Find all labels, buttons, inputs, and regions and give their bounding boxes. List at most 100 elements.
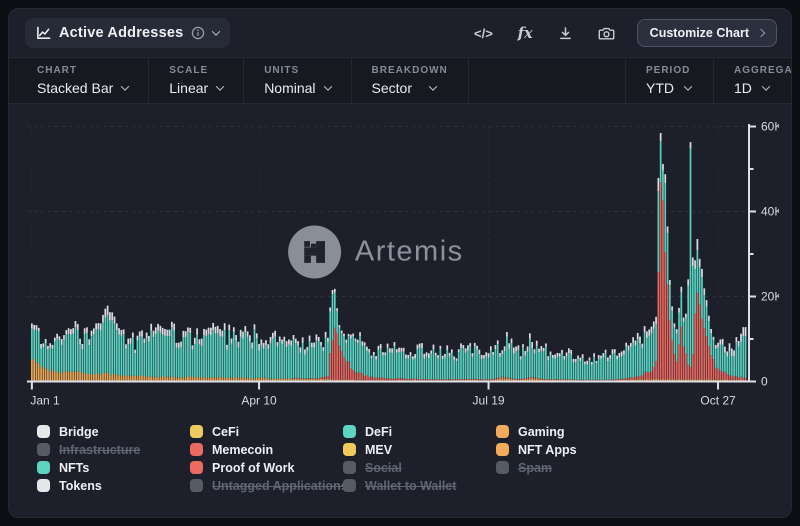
- legend-label: NFTs: [59, 461, 89, 475]
- x-axis-tick-label: Jan 1: [30, 394, 60, 408]
- control-label: AGGREGATE: [734, 65, 771, 76]
- legend-item-infrastructure[interactable]: Infrastructure: [37, 443, 190, 456]
- control-scale[interactable]: SCALE Linear: [149, 58, 244, 103]
- control-aggregate[interactable]: AGGREGATE 1D: [713, 58, 791, 103]
- info-icon[interactable]: [191, 26, 205, 40]
- y-axis-tick-label: 0: [761, 375, 768, 389]
- chart-area: 020K40K60KJan 1Apr 10Jul 19Oct 27 Artemi…: [27, 116, 777, 412]
- camera-icon[interactable]: [598, 26, 615, 41]
- chevron-down-icon: [762, 82, 770, 90]
- legend-swatch-icon: [190, 479, 203, 492]
- page-title: Active Addresses: [59, 25, 183, 41]
- chevron-down-icon: [323, 82, 331, 90]
- chart-line-icon: [36, 26, 51, 41]
- code-icon[interactable]: </>: [474, 26, 493, 41]
- legend-swatch-icon: [343, 443, 356, 456]
- chevron-right-icon: [757, 29, 765, 37]
- legend-item-defi[interactable]: DeFi: [343, 425, 496, 438]
- control-value: Linear: [169, 80, 208, 96]
- legend-item-mev[interactable]: MEV: [343, 443, 496, 456]
- legend-label: Proof of Work: [212, 461, 294, 475]
- legend-swatch-icon: [190, 425, 203, 438]
- legend-swatch-icon: [496, 425, 509, 438]
- legend: Bridge Infrastructure NFTs Tokens CeFi Memeco…: [37, 425, 791, 492]
- legend-item-spam[interactable]: Spam: [496, 461, 649, 474]
- legend-swatch-icon: [343, 425, 356, 438]
- control-label: SCALE: [169, 65, 223, 76]
- control-label: BREAKDOWN: [372, 65, 448, 76]
- legend-label: Social: [365, 461, 402, 475]
- control-value: Nominal: [264, 80, 315, 96]
- legend-item-nfts[interactable]: NFTs: [37, 461, 190, 474]
- legend-label: DeFi: [365, 425, 392, 439]
- legend-swatch-icon: [496, 443, 509, 456]
- legend-swatch-icon: [190, 443, 203, 456]
- download-icon[interactable]: [558, 26, 573, 41]
- legend-swatch-icon: [496, 461, 509, 474]
- legend-label: Untagged Applications: [212, 479, 348, 493]
- chevron-down-icon: [212, 27, 220, 35]
- control-chart-type[interactable]: CHART Stacked Bar: [9, 58, 149, 103]
- chevron-down-icon: [216, 82, 224, 90]
- control-period[interactable]: PERIOD YTD: [625, 58, 713, 103]
- legend-item-wallet-to-wallet[interactable]: Wallet to Wallet: [343, 479, 496, 492]
- controls-spacer: [469, 58, 625, 103]
- legend-label: Gaming: [518, 425, 565, 439]
- control-units[interactable]: UNITS Nominal: [244, 58, 351, 103]
- chart-card: Active Addresses </> fx: [8, 8, 792, 518]
- control-value: YTD: [646, 80, 674, 96]
- legend-label: Wallet to Wallet: [365, 479, 456, 493]
- legend-label: CeFi: [212, 425, 239, 439]
- legend-item-gaming[interactable]: Gaming: [496, 425, 649, 438]
- legend-item-social[interactable]: Social: [343, 461, 496, 474]
- legend-item-memecoin[interactable]: Memecoin: [190, 443, 343, 456]
- legend-label: Bridge: [59, 425, 99, 439]
- legend-swatch-icon: [190, 461, 203, 474]
- legend-item-proof-of-work[interactable]: Proof of Work: [190, 461, 343, 474]
- legend-column: Gaming NFT Apps Spam: [496, 425, 649, 492]
- control-label: UNITS: [264, 65, 330, 76]
- y-axis-tick-label: 20K: [761, 290, 779, 304]
- chevron-down-icon: [121, 82, 129, 90]
- legend-swatch-icon: [343, 461, 356, 474]
- legend-label: NFT Apps: [518, 443, 577, 457]
- legend-swatch-icon: [37, 425, 50, 438]
- control-label: CHART: [37, 65, 128, 76]
- header: Active Addresses </> fx: [9, 9, 791, 57]
- control-value: Stacked Bar: [37, 80, 113, 96]
- chevron-down-icon: [684, 82, 692, 90]
- legend-column: Bridge Infrastructure NFTs Tokens: [37, 425, 190, 492]
- controls-bar: CHART Stacked Bar SCALE Linear UNITS Nom…: [9, 57, 791, 104]
- legend-swatch-icon: [37, 479, 50, 492]
- legend-item-bridge[interactable]: Bridge: [37, 425, 190, 438]
- y-axis-tick-label: 60K: [761, 120, 779, 134]
- control-value: Sector: [372, 80, 412, 96]
- legend-item-cefi[interactable]: CeFi: [190, 425, 343, 438]
- legend-swatch-icon: [37, 461, 50, 474]
- control-value: 1D: [734, 80, 752, 96]
- customize-chart-button[interactable]: Customize Chart: [637, 19, 777, 47]
- legend-label: Infrastructure: [59, 443, 140, 457]
- legend-swatch-icon: [37, 443, 50, 456]
- chart-svg[interactable]: 020K40K60KJan 1Apr 10Jul 19Oct 27: [27, 116, 779, 412]
- control-label: PERIOD: [646, 65, 693, 76]
- legend-column: CeFi Memecoin Proof of Work Untagged Applic…: [190, 425, 343, 492]
- legend-item-tokens[interactable]: Tokens: [37, 479, 190, 492]
- chevron-down-icon: [429, 82, 437, 90]
- customize-chart-label: Customize Chart: [650, 26, 749, 40]
- legend-label: Memecoin: [212, 443, 273, 457]
- legend-swatch-icon: [343, 479, 356, 492]
- legend-label: Spam: [518, 461, 552, 475]
- x-axis-tick-label: Oct 27: [700, 394, 736, 408]
- legend-item-nft-apps[interactable]: NFT Apps: [496, 443, 649, 456]
- metric-selector[interactable]: Active Addresses: [25, 18, 230, 48]
- y-axis-tick-label: 40K: [761, 205, 779, 219]
- header-toolbar: </> fx: [474, 25, 615, 42]
- control-breakdown[interactable]: BREAKDOWN Sector: [352, 58, 469, 103]
- function-icon[interactable]: fx: [518, 25, 533, 42]
- legend-label: MEV: [365, 443, 392, 457]
- legend-column: DeFi MEV Social Wallet to Wallet: [343, 425, 496, 492]
- x-axis-tick-label: Jul 19: [473, 394, 505, 408]
- legend-label: Tokens: [59, 479, 102, 493]
- legend-item-untagged-applications[interactable]: Untagged Applications: [190, 479, 343, 492]
